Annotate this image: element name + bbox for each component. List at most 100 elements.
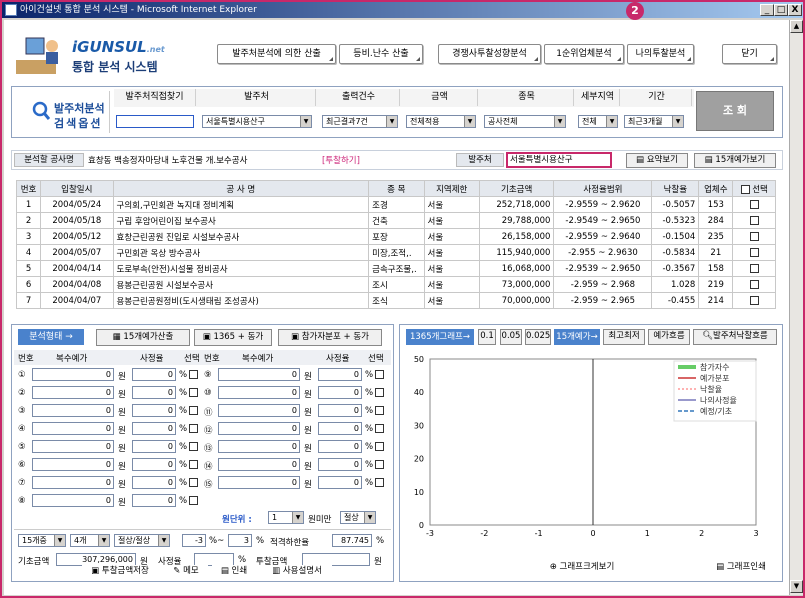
rate-input[interactable]: 0 <box>318 458 362 471</box>
row-checkbox[interactable] <box>749 263 759 273</box>
orderer-value-field[interactable]: 서울특별시용산구 <box>506 152 612 168</box>
row-checkbox[interactable] <box>749 199 759 209</box>
table-row[interactable]: 6 2004/04/08 용봉근린공원 시설보수공사 조시 서울 73,000,000 -2… <box>15 276 776 293</box>
participant-dist-button[interactable]: ▣ 참가자분포 + 동가 <box>278 329 382 346</box>
rate-input[interactable]: 0 <box>132 422 176 435</box>
close-button[interactable]: 닫기 <box>722 44 777 64</box>
rate-input[interactable]: 0 <box>132 386 176 399</box>
cell-select[interactable] <box>732 212 776 229</box>
row-select-checkbox[interactable] <box>375 442 384 451</box>
price-input[interactable]: 0 <box>218 458 300 471</box>
table-row[interactable]: 7 2004/04/07 용봉근린공원정비(도시생태림 조성공사) 조식 서울 70,00… <box>15 292 776 309</box>
period-select[interactable]: 최근3개월 ▼ <box>624 115 684 128</box>
amount-select[interactable]: 전체적용 ▼ <box>406 115 476 128</box>
row-select-checkbox[interactable] <box>189 370 198 379</box>
print-button[interactable]: ▤ 인쇄 <box>212 565 256 580</box>
count-select[interactable]: 최근결과7건 ▼ <box>322 115 398 128</box>
region-select[interactable]: 전체 ▼ <box>578 115 618 128</box>
row-select-checkbox[interactable] <box>375 478 384 487</box>
price-input[interactable]: 0 <box>218 404 300 417</box>
row-select-checkbox[interactable] <box>375 370 384 379</box>
row-checkbox[interactable] <box>749 231 759 241</box>
close-window-button[interactable]: X <box>788 4 802 16</box>
vertical-scrollbar[interactable]: ▲ ▼ <box>789 20 803 595</box>
price-input[interactable]: 0 <box>32 494 114 507</box>
fifteen-calc-button[interactable]: ▦ 15개예가산출 <box>96 329 190 346</box>
cell-select[interactable] <box>732 276 776 293</box>
pick-opt-select[interactable]: 4개 ▼ <box>70 534 110 547</box>
table-row[interactable]: 1 2004/05/24 구의회,구민회관 녹지대 정비계획 조경 서울 252,718,… <box>15 196 776 213</box>
range-to-input[interactable]: 3 <box>228 534 252 547</box>
price-input[interactable]: 0 <box>32 422 114 435</box>
row-select-checkbox[interactable] <box>189 496 198 505</box>
rate-input[interactable]: 0 <box>318 386 362 399</box>
tab-price-flow[interactable]: 예가흐름 <box>648 329 690 345</box>
category-select[interactable]: 공사전체 ▼ <box>484 115 566 128</box>
query-button[interactable]: 조 회 <box>696 91 774 131</box>
rate-input[interactable]: 0 <box>132 458 176 471</box>
range-from-input[interactable]: -3 <box>182 534 206 547</box>
rate-input[interactable]: 0 <box>318 368 362 381</box>
orderer-analysis-button[interactable]: 발주처분석에 의한 산출 <box>217 44 336 64</box>
my-bid-analysis-button[interactable]: 나의투찰분석 <box>627 44 694 64</box>
tab-15-prices[interactable]: 15개예가→ <box>554 329 600 345</box>
table-row[interactable]: 4 2004/05/07 구민회관 옥상 방수공사 미장,조적,. 서울 115,940,… <box>15 244 776 261</box>
row-select-checkbox[interactable] <box>189 388 198 397</box>
row-select-checkbox[interactable] <box>189 460 198 469</box>
row-select-checkbox[interactable] <box>375 424 384 433</box>
table-row[interactable]: 2 2004/05/18 구립 후암어린이집 보수공사 건축 서울 29,788,000-… <box>15 212 776 229</box>
scroll-down-arrow[interactable]: ▼ <box>790 580 803 593</box>
round-opt-select[interactable]: 절상/절상 ▼ <box>114 534 170 547</box>
scroll-up-arrow[interactable]: ▲ <box>790 20 803 33</box>
price-input[interactable]: 0 <box>32 458 114 471</box>
graph-zoom-button[interactable]: ⊕ 그래프크게보기 <box>540 561 624 576</box>
first-rank-analysis-button[interactable]: 1순위업체분석 <box>544 44 624 64</box>
unit-select[interactable]: 1 ▼ <box>268 511 304 524</box>
tab-0-025[interactable]: 0.025 <box>525 329 551 345</box>
memo-button[interactable]: ✎ 메모 <box>164 565 208 580</box>
price-input[interactable]: 0 <box>218 440 300 453</box>
price-input[interactable]: 0 <box>218 476 300 489</box>
ratio-random-button[interactable]: 등비.난수 산출 <box>339 44 423 64</box>
fifteen-prices-button[interactable]: ▤ 15개예가보기 <box>694 153 776 168</box>
price-input[interactable]: 0 <box>218 422 300 435</box>
row-select-checkbox[interactable] <box>189 478 198 487</box>
optimal-input[interactable]: 87.745 <box>332 534 372 547</box>
row-select-checkbox[interactable] <box>189 424 198 433</box>
price-input[interactable]: 0 <box>32 368 114 381</box>
cell-select[interactable] <box>732 260 776 277</box>
price-input[interactable]: 0 <box>32 476 114 489</box>
select-all-checkbox[interactable] <box>740 184 750 194</box>
row-select-checkbox[interactable] <box>375 460 384 469</box>
analysis-type-tab[interactable]: 분석형태 → <box>18 329 84 345</box>
cell-select[interactable] <box>732 196 776 213</box>
th-select[interactable]: 선택 <box>732 180 776 197</box>
price-input[interactable]: 0 <box>218 386 300 399</box>
minimize-button[interactable]: _ <box>760 4 774 16</box>
tab-1365-graph[interactable]: 1365개그래프→ <box>406 329 474 345</box>
row-select-checkbox[interactable] <box>375 406 384 415</box>
price-input[interactable]: 0 <box>32 404 114 417</box>
round-select[interactable]: 절상 ▼ <box>340 511 376 524</box>
cell-select[interactable] <box>732 228 776 245</box>
row-checkbox[interactable] <box>749 279 759 289</box>
row-select-checkbox[interactable] <box>375 388 384 397</box>
price-input[interactable]: 0 <box>32 386 114 399</box>
table-row[interactable]: 5 2004/04/14 도로부속(안전)시설물 정비공사 금속구조물,. 서울 16,0… <box>15 260 776 277</box>
rate-input[interactable]: 0 <box>132 494 176 507</box>
cell-select[interactable] <box>732 244 776 261</box>
cell-select[interactable] <box>732 292 776 309</box>
tab-0-05[interactable]: 0.05 <box>500 329 522 345</box>
row-checkbox[interactable] <box>749 295 759 305</box>
rate-input[interactable]: 0 <box>318 476 362 489</box>
rate-input[interactable]: 0 <box>132 440 176 453</box>
save-bid-button[interactable]: ▣ 투찰금액저장 <box>82 565 158 580</box>
competitor-analysis-button[interactable]: 경쟁사투찰성향분석 <box>438 44 541 64</box>
rate-input[interactable]: 0 <box>318 440 362 453</box>
count-opt-select[interactable]: 15개중 ▼ <box>18 534 66 547</box>
tab-0-1[interactable]: 0.1 <box>478 329 496 345</box>
1365-button[interactable]: ▣ 1365 + 동가 <box>194 329 272 346</box>
rate-input[interactable]: 0 <box>318 422 362 435</box>
table-row[interactable]: 3 2004/05/12 효창근린공원 진입로 시설보수공사 포장 서울 26,158,0… <box>15 228 776 245</box>
row-checkbox[interactable] <box>749 247 759 257</box>
